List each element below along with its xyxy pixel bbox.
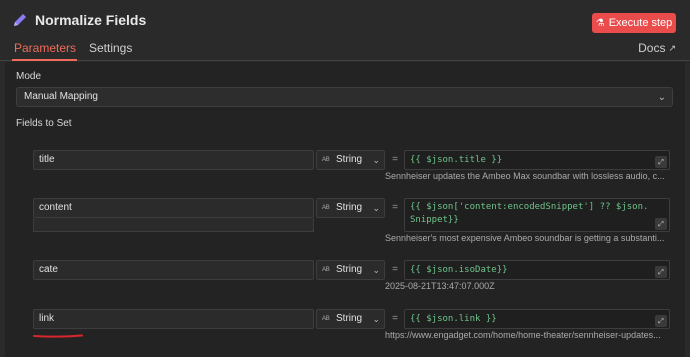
field-name-input[interactable]: cate [33,260,314,280]
external-link-icon: ↗ [668,42,676,53]
field-type-select[interactable]: AB String ⌄ [316,309,385,329]
expand-editor-icon[interactable]: ⤢ [655,218,667,230]
mode-select[interactable]: Manual Mapping ⌄ [16,87,673,107]
expression-text: {{ $json.isoDate}} [410,265,508,275]
field-name-input[interactable]: content [33,198,314,218]
field-name-input-extension [33,218,314,232]
field-type-value: String [336,264,363,275]
mode-value: Manual Mapping [24,91,98,102]
execute-step-button[interactable]: ⚗ Execute step [592,13,676,33]
node-title-wrap: Normalize Fields [12,12,146,28]
field-row: link AB String ⌄ = {{ $json.link }} ⤢ ht… [33,309,670,340]
field-row: title AB String ⌄ = {{ $json.title }} ⤢ … [33,150,670,181]
field-type-select[interactable]: AB String ⌄ [316,198,385,218]
tab-parameters[interactable]: Parameters [14,41,76,55]
red-underline-annotation [33,334,83,338]
string-type-icon: AB [322,205,330,211]
equals-sign: = [392,154,398,165]
field-row: content AB String ⌄ = {{ $json['content:… [33,198,670,243]
equals-sign: = [392,264,398,275]
expression-text: {{ $json.title }} [410,155,503,165]
execute-step-label: Execute step [608,17,673,29]
docs-link[interactable]: Docs ↗ [638,41,676,55]
expand-editor-icon[interactable]: ⤢ [655,315,667,327]
field-type-select[interactable]: AB String ⌄ [316,260,385,280]
expression-result: Sennheiser's most expensive Ambeo soundb… [385,233,665,243]
field-value-expression[interactable]: {{ $json['content:encodedSnippet'] ?? $j… [404,198,670,232]
chevron-down-icon: ⌄ [657,92,666,103]
equals-sign: = [392,202,398,213]
field-type-value: String [336,313,363,324]
field-name-input[interactable]: link [33,309,314,329]
expand-editor-icon[interactable]: ⤢ [655,266,667,278]
equals-sign: = [392,313,398,324]
field-row: cate AB String ⌄ = {{ $json.isoDate}} ⤢ … [33,260,670,291]
expression-text-line-1: {{ $json['content:encodedSnippet'] ?? $j… [410,202,649,212]
fields-to-set-label: Fields to Set [16,118,72,129]
field-type-value: String [336,202,363,213]
chevron-down-icon: ⌄ [372,155,380,165]
expression-result: https://www.engadget.com/home/home-theat… [385,330,661,340]
pencil-icon [14,14,26,26]
field-value-expression[interactable]: {{ $json.isoDate}} ⤢ [404,260,670,280]
node-header: Normalize Fields ⚗ Execute step [0,0,690,42]
expand-editor-icon[interactable]: ⤢ [655,156,667,168]
chevron-down-icon: ⌄ [372,314,380,324]
chevron-down-icon: ⌄ [372,203,380,213]
string-type-icon: AB [322,267,330,273]
node-title: Normalize Fields [35,12,147,28]
field-type-value: String [336,154,363,165]
string-type-icon: AB [322,157,330,163]
string-type-icon: AB [322,316,330,322]
expression-result: 2025-08-21T13:47:07.000Z [385,281,495,291]
field-type-select[interactable]: AB String ⌄ [316,150,385,170]
tab-settings[interactable]: Settings [89,41,132,55]
mode-label: Mode [16,71,42,82]
field-value-expression[interactable]: {{ $json.title }} ⤢ [404,150,670,170]
active-tab-indicator [12,59,77,61]
expression-result: Sennheiser updates the Ambeo Max soundba… [385,171,665,181]
expression-text: {{ $json.link }} [410,314,497,324]
docs-label: Docs [638,41,666,55]
flask-icon: ⚗ [595,17,605,29]
field-value-expression[interactable]: {{ $json.link }} ⤢ [404,309,670,329]
tab-bar: Parameters Settings Docs ↗ [0,39,690,61]
expression-text-line-2: Snippet}} [410,215,459,225]
field-name-input[interactable]: title [33,150,314,170]
chevron-down-icon: ⌄ [372,265,380,275]
